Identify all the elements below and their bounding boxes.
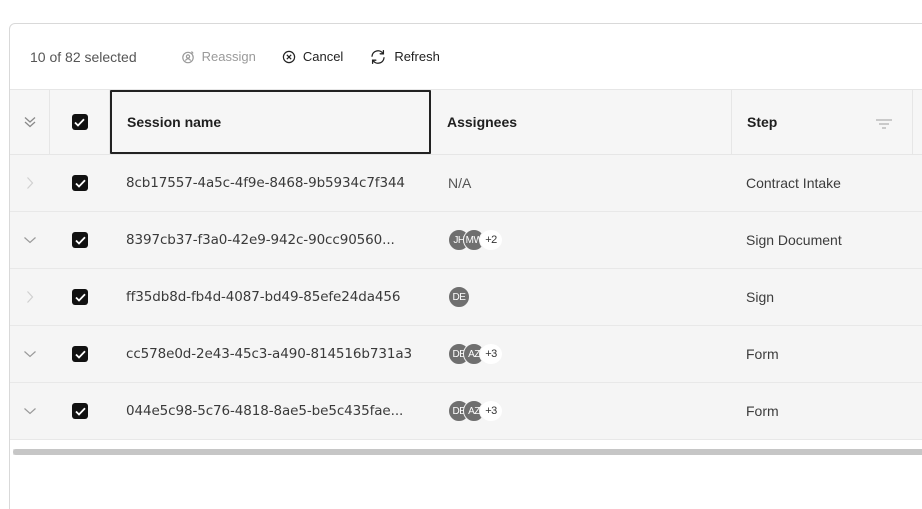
chevron-down-icon	[24, 408, 36, 415]
horizontal-scrollbar[interactable]	[13, 449, 922, 455]
avatar: DE	[448, 286, 470, 308]
row-checkbox[interactable]	[50, 269, 110, 325]
checkbox-checked-icon	[72, 232, 88, 248]
row-expand-toggle[interactable]	[10, 212, 50, 268]
row-expand-toggle[interactable]	[10, 155, 50, 211]
table-row[interactable]: 8cb17557-4a5c-4f9e-8468-9b5934c7f344 N/A…	[10, 155, 922, 212]
assignees-cell: DE	[431, 269, 732, 325]
checkbox-checked-icon	[72, 403, 88, 419]
more-assignees-badge[interactable]: +2	[479, 229, 503, 251]
chevron-down-icon	[24, 237, 36, 244]
column-header-assignees[interactable]: Assignees	[431, 90, 732, 154]
assignees-cell: N/A	[431, 155, 732, 211]
assignees-cell: DE AZ +3	[431, 383, 732, 439]
sessions-panel: 10 of 82 selected Reassign Cancel Refres…	[9, 23, 922, 509]
more-assignees-badge[interactable]: +3	[479, 343, 503, 365]
filter-icon[interactable]	[875, 118, 893, 130]
table-row[interactable]: 044e5c98-5c76-4818-8ae5-be5c435fae... DE…	[10, 383, 922, 440]
refresh-icon	[371, 49, 385, 64]
assignee-avatars[interactable]: DE AZ +3	[448, 400, 503, 422]
assignees-cell: JH MW +2	[431, 212, 732, 268]
double-chevron-down-icon	[24, 117, 35, 128]
table-body: 8cb17557-4a5c-4f9e-8468-9b5934c7f344 N/A…	[10, 155, 922, 440]
column-header-session-name[interactable]: Session name	[110, 90, 431, 154]
scrollbar-thumb[interactable]	[13, 449, 922, 455]
cancel-button[interactable]: Cancel	[282, 49, 343, 64]
checkbox-checked-icon	[72, 175, 88, 191]
reassign-icon	[181, 50, 194, 63]
assignee-avatars[interactable]: JH MW +2	[448, 229, 503, 251]
selection-count: 10 of 82 selected	[30, 48, 137, 65]
checkbox-checked-icon	[72, 289, 88, 305]
table-header: Session name Assignees Step	[10, 89, 922, 155]
bulk-toolbar: 10 of 82 selected Reassign Cancel Refres…	[10, 24, 922, 89]
session-name-cell[interactable]: 8cb17557-4a5c-4f9e-8468-9b5934c7f344	[110, 155, 431, 211]
row-expand-toggle[interactable]	[10, 269, 50, 325]
refresh-button[interactable]: Refresh	[369, 49, 440, 65]
cancel-label: Cancel	[302, 49, 344, 64]
table-row[interactable]: cc578e0d-2e43-45c3-a490-814516b731a3 DE A…	[10, 326, 922, 383]
chevron-right-icon	[27, 177, 34, 189]
refresh-label: Refresh	[394, 49, 440, 64]
column-header-next	[913, 90, 922, 154]
table-row[interactable]: 8397cb37-f3a0-42e9-942c-90cc90560... JH M…	[10, 212, 922, 269]
session-name-cell[interactable]: cc578e0d-2e43-45c3-a490-814516b731a3	[110, 326, 431, 382]
cancel-icon	[282, 50, 296, 63]
more-assignees-badge[interactable]: +3	[479, 400, 503, 422]
row-checkbox[interactable]	[50, 383, 110, 439]
session-name-cell[interactable]: 044e5c98-5c76-4818-8ae5-be5c435fae...	[110, 383, 431, 439]
step-cell: Sign Document	[746, 232, 842, 248]
session-name-cell[interactable]: 8397cb37-f3a0-42e9-942c-90cc90560...	[110, 212, 431, 268]
row-checkbox[interactable]	[50, 212, 110, 268]
step-cell: Form	[746, 403, 779, 419]
column-header-step[interactable]: Step	[732, 90, 913, 154]
step-cell: Contract Intake	[746, 175, 841, 191]
checkbox-checked-icon	[71, 114, 88, 130]
step-cell: Form	[746, 346, 779, 362]
reassign-button[interactable]: Reassign	[181, 49, 256, 64]
assignees-cell: DE AZ +3	[431, 326, 732, 382]
step-cell: Sign	[746, 289, 775, 305]
table-row[interactable]: ff35db8d-fb4d-4087-bd49-85efe24da456 DE …	[10, 269, 922, 326]
chevron-right-icon	[27, 291, 34, 303]
assignees-empty: N/A	[448, 175, 472, 191]
assignee-avatars[interactable]: DE AZ +3	[448, 343, 503, 365]
row-checkbox[interactable]	[50, 155, 110, 211]
column-header-step-label: Step	[747, 114, 778, 130]
assignee-avatars[interactable]: DE	[448, 286, 470, 308]
reassign-label: Reassign	[201, 49, 256, 64]
select-all-checkbox[interactable]	[50, 90, 110, 154]
row-expand-toggle[interactable]	[10, 326, 50, 382]
sessions-table: Session name Assignees Step 8cb17557-4a5…	[10, 89, 922, 440]
session-name-cell[interactable]: ff35db8d-fb4d-4087-bd49-85efe24da456	[110, 269, 431, 325]
row-expand-toggle[interactable]	[10, 383, 50, 439]
row-checkbox[interactable]	[50, 326, 110, 382]
collapse-all-button[interactable]	[10, 90, 50, 154]
checkbox-checked-icon	[72, 346, 88, 362]
chevron-down-icon	[24, 351, 36, 358]
